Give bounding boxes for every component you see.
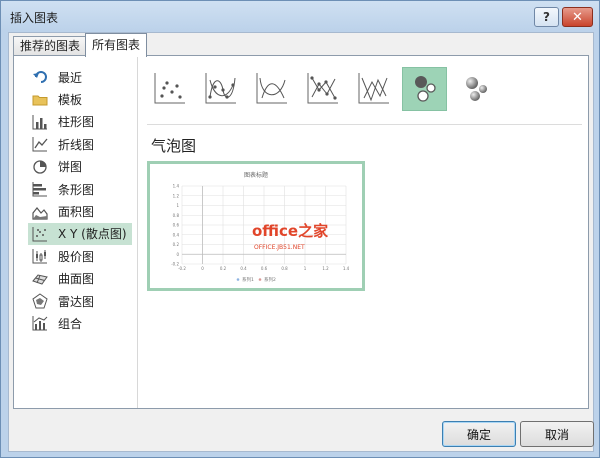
stock-chart-icon: [32, 248, 48, 264]
legend-marker: [258, 278, 262, 281]
sidebar-item-label: 条形图: [58, 182, 95, 197]
dialog-body: 推荐的图表 所有图表 最近 模板 柱形图 折线图 饼图 条形图 面积图 X Y …: [8, 32, 594, 452]
insert-chart-dialog: 插入图表 ? ✕ 推荐的图表 所有图表 最近 模板 柱形图 折线图 饼图 条形图…: [0, 0, 600, 458]
subtype-bubble-button[interactable]: [402, 67, 447, 111]
dialog-footer: 确定 取消: [9, 411, 594, 451]
subtype-scatter-button[interactable]: [147, 67, 192, 111]
sidebar-item-label: 饼图: [58, 160, 83, 175]
x-tick-label: -0.2: [178, 266, 186, 271]
y-tick-label: 1: [176, 203, 179, 208]
title-bar: 插入图表 ? ✕: [1, 1, 599, 31]
column-chart-icon: [32, 114, 48, 130]
sidebar-item-label: 曲面图: [58, 272, 95, 287]
x-tick-label: 1: [304, 266, 307, 271]
radar-chart-icon: [32, 293, 48, 309]
line-chart-icon: [32, 136, 48, 152]
cancel-button[interactable]: 取消: [520, 421, 594, 447]
sidebar-item-label: 最近: [58, 70, 83, 85]
preview-legend: 系列1 系列2: [236, 276, 276, 283]
undo-arrow-icon: [32, 69, 48, 85]
y-tick-label: 0: [176, 252, 179, 257]
surface-chart-icon: [32, 271, 48, 287]
y-tick-label: 0.2: [173, 242, 180, 247]
subtype-straight-markers-button[interactable]: [300, 67, 345, 111]
subtype-smooth-markers-button[interactable]: [198, 67, 243, 111]
y-tick-label: 0.8: [173, 213, 180, 218]
sidebar-item-label: 股价图: [58, 249, 95, 264]
watermark-url: OFFICE.JB51.NET: [254, 244, 305, 251]
dialog-title: 插入图表: [10, 11, 59, 25]
panel-divider: [137, 56, 138, 408]
legend-marker: [236, 278, 240, 281]
legend-series-2: 系列2: [264, 276, 276, 283]
section-title: 气泡图: [151, 137, 197, 155]
sidebar-item-pie[interactable]: 饼图: [28, 156, 132, 178]
ok-button[interactable]: 确定: [442, 421, 516, 447]
bubble-icon: [407, 70, 443, 109]
sidebar-item-label: 柱形图: [58, 115, 95, 130]
sidebar-item-recent[interactable]: 最近: [28, 66, 132, 88]
chart-type-list: 最近 模板 柱形图 折线图 饼图 条形图 面积图 X Y (散点图) 股价图 曲…: [28, 66, 132, 335]
subtype-smooth-lines-button[interactable]: [249, 67, 294, 111]
preview-y-axis: 1.41.210.80.60.40.20-0.2: [171, 184, 179, 267]
preview-x-axis: -0.2 0 0.2 0.4 0.6 0.8 1 1.2 1.4: [178, 266, 350, 271]
x-tick-label: 0.8: [281, 266, 288, 271]
y-tick-label: 1.2: [173, 193, 180, 198]
subtype-straight-lines-button[interactable]: [351, 67, 396, 111]
subtype-3d-bubble-button[interactable]: [453, 67, 498, 111]
sidebar-item-stock[interactable]: 股价图: [28, 245, 132, 267]
chart-preview[interactable]: 图表标题 1.4 1.2 1 0.8 0.6 0.4 0.2 0 -0.2 -0.2 0 0.2 0.…: [147, 161, 365, 291]
close-button[interactable]: ✕: [562, 7, 593, 27]
y-tick-label: 0.4: [173, 232, 180, 237]
sidebar-item-radar[interactable]: 雷达图: [28, 290, 132, 312]
tab-recommended-charts[interactable]: 推荐的图表: [13, 36, 88, 56]
tab-strip: 推荐的图表 所有图表: [9, 33, 593, 57]
sidebar-item-surface[interactable]: 曲面图: [28, 268, 132, 290]
watermark-logo: office之家: [252, 222, 328, 240]
sidebar-item-line[interactable]: 折线图: [28, 133, 132, 155]
preview-chart: 图表标题 1.4 1.2 1 0.8 0.6 0.4 0.2 0 -0.2 -0.2 0 0.2 0.…: [171, 171, 350, 283]
sidebar-item-column[interactable]: 柱形图: [28, 111, 132, 133]
x-tick-label: 0.6: [261, 266, 268, 271]
bar-chart-icon: [32, 181, 48, 197]
x-tick-label: 1.2: [322, 266, 329, 271]
bubble-3d-icon: [458, 70, 494, 109]
x-tick-label: 0: [201, 266, 204, 271]
sidebar-item-label: X Y (散点图): [58, 227, 127, 242]
all-charts-panel: 最近 模板 柱形图 折线图 饼图 条形图 面积图 X Y (散点图) 股价图 曲…: [13, 55, 589, 409]
scatter-chart-icon: [32, 226, 48, 242]
preview-chart-title: 图表标题: [244, 171, 268, 179]
sidebar-item-label: 折线图: [58, 137, 95, 152]
pie-chart-icon: [32, 159, 48, 175]
scatter-smooth-markers-icon: [203, 70, 239, 109]
scatter-straight-icon: [356, 70, 392, 109]
y-tick-label: 0.6: [173, 223, 180, 228]
scatter-markers-icon: [152, 70, 188, 109]
area-chart-icon: [32, 204, 48, 220]
y-tick-label: 1.4: [173, 184, 180, 189]
x-tick-label: 0.4: [240, 266, 247, 271]
sidebar-item-label: 模板: [58, 93, 83, 108]
sidebar-item-label: 雷达图: [58, 294, 95, 309]
x-tick-label: 1.4: [343, 266, 350, 271]
sidebar-item-combo[interactable]: 组合: [28, 312, 132, 334]
legend-series-1: 系列1: [242, 276, 254, 283]
sidebar-item-label: 组合: [58, 316, 83, 331]
help-button[interactable]: ?: [534, 7, 559, 27]
combo-chart-icon: [32, 315, 48, 331]
tab-all-charts[interactable]: 所有图表: [85, 33, 148, 57]
sidebar-item-scatter[interactable]: X Y (散点图): [28, 222, 132, 246]
x-tick-label: 0.2: [220, 266, 227, 271]
sidebar-item-templates[interactable]: 模板: [28, 88, 132, 110]
sidebar-item-area[interactable]: 面积图: [28, 200, 132, 222]
scatter-straight-markers-icon: [305, 70, 341, 109]
gallery-divider: [147, 124, 582, 125]
sidebar-item-bar[interactable]: 条形图: [28, 178, 132, 200]
scatter-smooth-icon: [254, 70, 290, 109]
sidebar-item-label: 面积图: [58, 205, 95, 220]
folder-icon: [32, 92, 48, 108]
